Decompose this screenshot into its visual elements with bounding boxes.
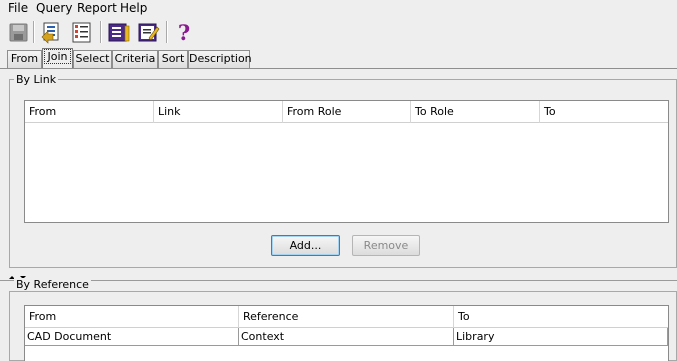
split-pane-divider[interactable]	[0, 271, 677, 281]
by-reference-table-header: From Reference To	[25, 306, 668, 328]
menu-file[interactable]: File	[8, 1, 28, 16]
table-cell-reference[interactable]: Context	[239, 328, 454, 346]
table-cell-from[interactable]: CAD Document	[25, 328, 239, 346]
tab-description[interactable]: Description	[188, 50, 252, 68]
column-header-from[interactable]: From	[25, 101, 154, 123]
by-reference-table[interactable]: From Reference To CAD Document Context L…	[24, 305, 669, 361]
save-icon[interactable]	[7, 21, 31, 44]
edit-report-icon[interactable]	[137, 21, 161, 44]
toolbar: ?	[0, 18, 677, 46]
tab-strip: From Join Select Criteria Sort Descripti…	[0, 47, 677, 69]
by-link-title: By Link	[14, 73, 59, 86]
by-link-table[interactable]: From Link From Role To Role To	[24, 100, 669, 223]
by-link-table-header: From Link From Role To Role To	[25, 101, 668, 123]
by-reference-title: By Reference	[14, 278, 91, 291]
add-button[interactable]: Add...	[271, 235, 340, 256]
column-header-reference[interactable]: Reference	[239, 306, 454, 328]
tab-join[interactable]: Join	[42, 48, 73, 69]
tab-select[interactable]: Select	[73, 50, 112, 68]
table-cell-to[interactable]: Library	[454, 328, 668, 346]
tab-from[interactable]: From	[7, 50, 42, 68]
report-icon[interactable]	[107, 21, 131, 44]
tab-content-border	[0, 68, 677, 69]
menu-query[interactable]: Query	[36, 1, 72, 16]
tab-sort[interactable]: Sort	[158, 50, 188, 68]
menu-bar: File Query Report Help	[0, 0, 677, 18]
column-header-to[interactable]: To	[454, 306, 668, 328]
query-list-icon[interactable]	[70, 21, 94, 44]
column-header-to-role[interactable]: To Role	[411, 101, 540, 123]
toolbar-separator	[100, 21, 102, 43]
open-query-icon[interactable]	[40, 21, 64, 44]
menu-help[interactable]: Help	[120, 1, 147, 16]
help-glyph: ?	[178, 21, 190, 44]
column-header-from-role[interactable]: From Role	[283, 101, 411, 123]
toolbar-separator	[33, 21, 35, 43]
tab-criteria[interactable]: Criteria	[112, 50, 158, 68]
menu-report[interactable]: Report	[77, 1, 117, 16]
toolbar-separator	[166, 21, 168, 43]
help-icon[interactable]: ?	[172, 20, 196, 45]
column-header-to[interactable]: To	[540, 101, 668, 123]
column-header-from[interactable]: From	[25, 306, 239, 328]
column-header-link[interactable]: Link	[154, 101, 283, 123]
remove-button[interactable]: Remove	[352, 235, 420, 256]
